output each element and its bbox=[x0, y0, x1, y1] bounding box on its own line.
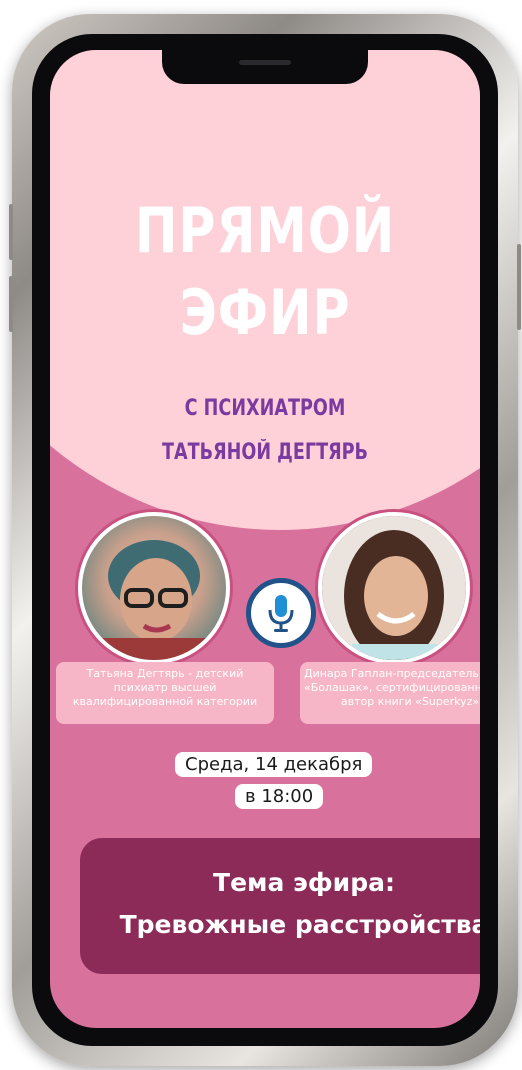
speaker-right-portrait bbox=[322, 516, 466, 660]
topic-box: Тема эфира: Тревожные расстройства bbox=[80, 838, 480, 974]
notch bbox=[162, 50, 368, 84]
speaker-right-photo bbox=[318, 512, 470, 664]
speaker-right-caption-line: «Болашак», сертифицированный коуч, bbox=[304, 681, 480, 694]
power-button bbox=[517, 244, 521, 330]
microphone-badge bbox=[246, 578, 316, 648]
side-button bbox=[9, 276, 13, 332]
speaker-left-caption-line: Татьяна Дегтярь - детский bbox=[86, 667, 244, 680]
subtitle-line-2: ТАТЬЯНОЙ ДЕГТЯРЬ bbox=[162, 440, 368, 465]
speaker-right-caption-line: Динара Гаплан-председатель фонда bbox=[304, 667, 480, 680]
phone-frame: ПРЯМОЙ ЭФИР С ПСИХИАТРОМ ТАТЬЯНОЙ ДЕГТЯР… bbox=[9, 14, 521, 1066]
phone-screen: ПРЯМОЙ ЭФИР С ПСИХИАТРОМ ТАТЬЯНОЙ ДЕГТЯР… bbox=[50, 50, 480, 1028]
speaker-left-caption-line: квалифицированной категории bbox=[72, 695, 258, 708]
speaker-right-caption-line: автор книги «Superkyz» bbox=[340, 695, 480, 708]
speaker-grille bbox=[239, 60, 291, 65]
side-button bbox=[9, 204, 13, 260]
topic-heading: Тема эфира: bbox=[213, 868, 395, 897]
event-date: Среда, 14 декабря bbox=[175, 752, 373, 777]
subtitle-line-1: С ПСИХИАТРОМ bbox=[184, 396, 346, 421]
speaker-left-portrait bbox=[92, 540, 216, 660]
speaker-right-caption: Динара Гаплан-председатель фонда «Болаша… bbox=[300, 662, 480, 724]
title-line-2: ЭФИР bbox=[179, 276, 351, 349]
event-time: в 18:00 bbox=[235, 784, 324, 809]
phone-bezel: ПРЯМОЙ ЭФИР С ПСИХИАТРОМ ТАТЬЯНОЙ ДЕГТЯР… bbox=[32, 34, 498, 1046]
speaker-left-caption: Татьяна Дегтярь - детский психиатр высше… bbox=[56, 662, 274, 724]
title-line-1: ПРЯМОЙ bbox=[134, 194, 396, 267]
topic-title: Тревожные расстройства bbox=[119, 910, 480, 939]
speaker-left-caption-line: психиатр высшей bbox=[113, 681, 217, 694]
speaker-left-photo bbox=[78, 512, 230, 664]
microphone-icon bbox=[268, 595, 294, 632]
